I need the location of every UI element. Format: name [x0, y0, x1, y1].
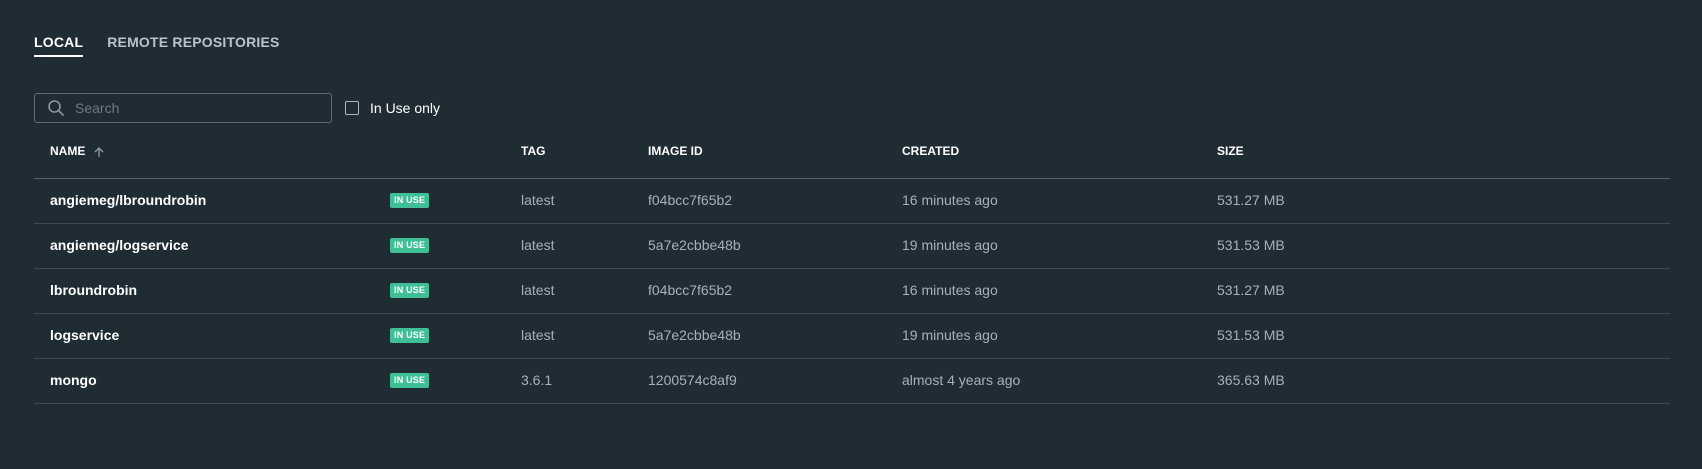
images-table: NAME TAG IMAGE ID CREATED SIZE angiemeg/… [34, 131, 1670, 404]
image-id: f04bcc7f65b2 [648, 282, 733, 298]
column-header-size[interactable]: SIZE [1217, 144, 1244, 158]
image-created: 16 minutes ago [902, 192, 998, 208]
search-field[interactable] [34, 93, 332, 123]
image-size: 531.27 MB [1217, 192, 1285, 208]
image-tag: latest [521, 192, 555, 208]
column-header-name-label: NAME [50, 144, 86, 158]
in-use-badge: IN USE [390, 328, 430, 343]
in-use-badge: IN USE [390, 238, 430, 253]
in-use-only-label: In Use only [370, 100, 441, 116]
table-row[interactable]: mongo IN USE 3.6.1 1200574c8af9 almost 4… [34, 359, 1670, 404]
image-created: 19 minutes ago [902, 237, 998, 253]
column-header-image-id[interactable]: IMAGE ID [648, 144, 703, 158]
filter-bar: In Use only [34, 93, 440, 123]
search-icon [48, 100, 64, 116]
image-id: f04bcc7f65b2 [648, 192, 733, 208]
table-row[interactable]: logservice IN USE latest 5a7e2cbbe48b 19… [34, 314, 1670, 359]
image-created: 16 minutes ago [902, 282, 998, 298]
image-id: 5a7e2cbbe48b [648, 327, 741, 343]
image-tag: latest [521, 282, 555, 298]
image-id: 1200574c8af9 [648, 372, 737, 388]
in-use-badge: IN USE [390, 283, 430, 298]
column-header-created[interactable]: CREATED [902, 144, 959, 158]
image-name: mongo [50, 372, 97, 388]
image-size: 531.53 MB [1217, 237, 1285, 253]
column-header-tag[interactable]: TAG [521, 144, 545, 158]
tab-local[interactable]: LOCAL [34, 34, 84, 57]
image-name: lbroundrobin [50, 282, 138, 298]
arrow-up-icon [94, 146, 104, 157]
table-header: NAME TAG IMAGE ID CREATED SIZE [34, 131, 1670, 179]
table-row[interactable]: angiemeg/logservice IN USE latest 5a7e2c… [34, 224, 1670, 269]
tab-remote-repositories[interactable]: REMOTE REPOSITORIES [107, 34, 279, 57]
image-size: 365.63 MB [1217, 372, 1285, 388]
image-tag: latest [521, 237, 555, 253]
in-use-badge: IN USE [390, 373, 430, 388]
image-id: 5a7e2cbbe48b [648, 237, 741, 253]
table-row[interactable]: lbroundrobin IN USE latest f04bcc7f65b2 … [34, 269, 1670, 314]
image-name: angiemeg/logservice [50, 237, 189, 253]
image-size: 531.27 MB [1217, 282, 1285, 298]
image-tag: 3.6.1 [521, 372, 553, 388]
image-created: 19 minutes ago [902, 327, 998, 343]
image-created: almost 4 years ago [902, 372, 1021, 388]
image-tabs: LOCAL REMOTE REPOSITORIES [34, 34, 280, 57]
in-use-only-filter[interactable]: In Use only [345, 100, 440, 116]
image-name: angiemeg/lbroundrobin [50, 192, 207, 208]
column-header-name[interactable]: NAME [50, 144, 105, 158]
in-use-badge: IN USE [390, 193, 430, 208]
image-name: logservice [50, 327, 120, 343]
image-size: 531.53 MB [1217, 327, 1285, 343]
table-row[interactable]: angiemeg/lbroundrobin IN USE latest f04b… [34, 179, 1670, 224]
image-tag: latest [521, 327, 555, 343]
in-use-only-checkbox[interactable] [345, 101, 359, 115]
search-input[interactable] [73, 99, 317, 117]
